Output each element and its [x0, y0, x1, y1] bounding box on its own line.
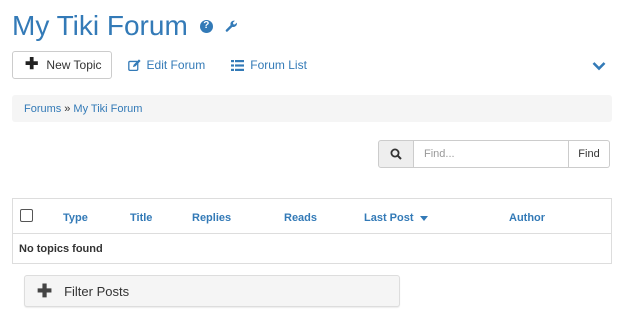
plus-icon: ✚ — [25, 56, 39, 73]
find-button[interactable]: Find — [569, 140, 610, 168]
search-icon — [378, 140, 414, 168]
help-icon[interactable]: ? — [199, 19, 213, 33]
table-header: Type Title Replies Reads Last Post Autho… — [13, 199, 611, 233]
empty-row: No topics found — [13, 233, 611, 263]
select-all-checkbox[interactable] — [20, 209, 33, 222]
plus-icon: ✚ — [37, 281, 53, 301]
new-topic-button[interactable]: ✚ New Topic — [12, 51, 112, 79]
breadcrumb: Forums » My Tiki Forum — [12, 95, 612, 122]
column-last-post-label: Last Post — [364, 212, 414, 224]
breadcrumb-separator: » — [64, 102, 71, 115]
column-type[interactable]: Type — [63, 212, 88, 224]
breadcrumb-item-forums[interactable]: Forums — [24, 103, 61, 115]
new-topic-label: New Topic — [46, 58, 102, 72]
column-author[interactable]: Author — [509, 212, 545, 224]
forum-toolbar: ✚ New Topic Edit Forum Forum List — [12, 51, 307, 79]
column-title[interactable]: Title — [130, 212, 152, 224]
breadcrumb-item-current[interactable]: My Tiki Forum — [73, 103, 142, 115]
empty-message: No topics found — [19, 242, 103, 255]
column-replies[interactable]: Replies — [192, 212, 231, 224]
search-input[interactable] — [414, 140, 569, 168]
list-icon — [231, 59, 245, 71]
edit-forum-label: Edit Forum — [146, 58, 206, 72]
column-last-post[interactable]: Last Post — [364, 212, 428, 224]
edit-icon — [127, 58, 141, 71]
edit-forum-link[interactable]: Edit Forum — [127, 58, 206, 72]
wrench-icon[interactable] — [225, 20, 238, 33]
page-title: My Tiki Forum — [12, 10, 188, 41]
page-header: My Tiki Forum ? — [12, 8, 238, 44]
column-reads[interactable]: Reads — [284, 212, 317, 224]
filter-posts-toggle[interactable]: ✚ Filter Posts — [24, 275, 400, 307]
filter-posts-label: Filter Posts — [64, 283, 130, 299]
sort-desc-icon — [419, 215, 428, 221]
forum-list-link[interactable]: Forum List — [231, 58, 307, 72]
chevron-down-icon[interactable] — [592, 58, 606, 76]
search-group: Find — [378, 140, 610, 168]
forum-list-label: Forum List — [250, 58, 307, 72]
topics-table: Type Title Replies Reads Last Post Autho… — [12, 198, 612, 264]
